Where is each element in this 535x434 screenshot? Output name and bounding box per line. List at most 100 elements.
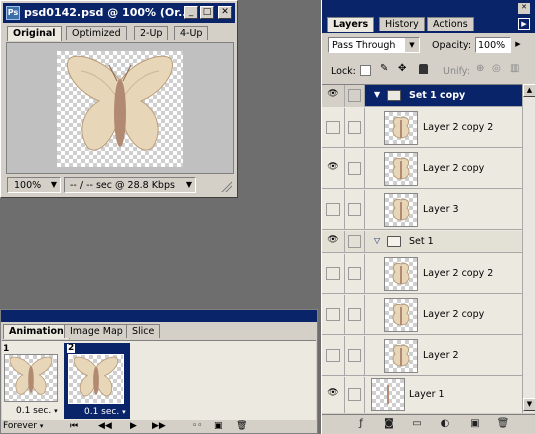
layer-row[interactable]: Layer 2 xyxy=(322,336,535,376)
minimize-icon[interactable]: _ xyxy=(184,6,198,19)
first-frame-icon[interactable]: ⏮ xyxy=(70,421,78,431)
link-cell[interactable] xyxy=(345,377,365,413)
tab-4-up[interactable]: 4-Up xyxy=(174,26,209,40)
layer-row[interactable]: Layer 2 copy 2 xyxy=(322,254,535,294)
previous-frame-icon[interactable]: ◀◀ xyxy=(98,421,112,431)
delete-frame-icon[interactable]: 🗑 xyxy=(236,421,247,431)
layer-name: Layer 2 copy 2 xyxy=(423,268,494,279)
layer-row[interactable]: Layer 2 copy xyxy=(322,295,535,335)
visibility-cell[interactable] xyxy=(322,190,345,230)
trash-icon[interactable]: 🗑 xyxy=(496,417,510,430)
eye-icon[interactable]: 👁 xyxy=(326,89,340,102)
layer-row[interactable]: 👁 Layer 2 copy xyxy=(322,149,535,189)
lock-all-icon[interactable] xyxy=(419,64,428,74)
animation-frame-2[interactable]: 2 0.1 sec. ▾ xyxy=(64,343,130,419)
add-mask-icon[interactable]: ◙ xyxy=(382,417,396,430)
download-time-select[interactable]: -- / -- sec @ 28.8 Kbps ▼ xyxy=(64,177,196,193)
tab-layers[interactable]: Layers xyxy=(327,17,375,32)
new-frame-icon[interactable]: ▣ xyxy=(214,421,223,431)
visibility-cell[interactable] xyxy=(322,295,345,335)
next-frame-icon[interactable]: ▶▶ xyxy=(152,421,166,431)
eye-icon[interactable]: 👁 xyxy=(326,388,340,401)
tab-animation[interactable]: Animation xyxy=(3,324,70,339)
animation-frame-1[interactable]: 1 0.1 sec. ▾ xyxy=(2,344,62,418)
play-icon[interactable]: ▶ xyxy=(130,421,137,431)
zoom-select[interactable]: 100% ▼ xyxy=(7,177,61,193)
tab-image-map[interactable]: Image Map xyxy=(64,324,129,338)
eye-hidden-icon[interactable] xyxy=(326,203,340,216)
tab-2-up[interactable]: 2-Up xyxy=(134,26,169,40)
document-canvas[interactable] xyxy=(57,51,183,167)
resize-grip-icon[interactable] xyxy=(220,180,232,192)
loop-select[interactable]: Forever ▾ xyxy=(3,421,43,431)
lock-image-icon[interactable]: ✎ xyxy=(380,63,388,74)
visibility-cell[interactable] xyxy=(322,108,345,148)
tab-actions[interactable]: Actions xyxy=(427,17,474,31)
eye-hidden-icon[interactable] xyxy=(326,267,340,280)
tab-original[interactable]: Original xyxy=(7,26,62,41)
unify-position-icon[interactable]: ⊕ xyxy=(476,63,484,74)
link-cell[interactable] xyxy=(345,336,365,376)
expand-triangle-icon[interactable]: ▽ xyxy=(374,236,380,245)
new-layer-icon[interactable]: ▣ xyxy=(468,417,482,430)
palette-close-icon[interactable]: ✕ xyxy=(518,3,530,14)
unify-visibility-icon[interactable]: ◎ xyxy=(492,63,501,74)
chevron-down-icon: ▼ xyxy=(185,180,192,189)
visibility-cell[interactable]: 👁 xyxy=(322,149,345,189)
layer-row[interactable]: Layer 2 copy 2 xyxy=(322,108,535,148)
visibility-cell[interactable]: 👁 xyxy=(322,85,345,107)
visibility-cell[interactable] xyxy=(322,336,345,376)
eye-icon[interactable]: 👁 xyxy=(326,235,340,248)
lock-transparency-icon[interactable] xyxy=(360,65,371,76)
butterfly-image xyxy=(67,55,173,151)
frame-delay-select[interactable]: 0.1 sec. ▾ xyxy=(16,406,58,416)
opacity-value: 100% xyxy=(478,40,506,51)
opacity-input[interactable]: 100% xyxy=(475,37,511,53)
link-cell[interactable] xyxy=(345,190,365,230)
adjustment-layer-icon[interactable]: ◐ xyxy=(438,417,452,430)
unify-style-icon[interactable]: ▥ xyxy=(510,63,519,74)
tween-icon[interactable]: ◦◦ xyxy=(192,421,203,431)
scroll-up-icon[interactable]: ▲ xyxy=(523,84,535,97)
add-style-icon[interactable]: ƒ xyxy=(354,417,368,430)
layer-row[interactable]: 👁 Layer 1 xyxy=(322,377,535,413)
eye-hidden-icon[interactable] xyxy=(326,121,340,134)
link-cell[interactable] xyxy=(345,108,365,148)
eye-hidden-icon[interactable] xyxy=(326,308,340,321)
maximize-icon[interactable]: □ xyxy=(200,6,214,19)
link-cell[interactable] xyxy=(345,85,365,107)
link-cell[interactable] xyxy=(345,231,365,253)
new-set-icon[interactable]: ▭ xyxy=(410,417,424,430)
document-title-bar[interactable]: Ps psd0142.psd @ 100% (Or... _ □ ✕ xyxy=(3,3,235,23)
scroll-down-icon[interactable]: ▼ xyxy=(523,398,535,411)
opacity-slider-button[interactable]: ▶ xyxy=(512,37,524,53)
layer-row-set-1[interactable]: 👁 ▽ Set 1 xyxy=(322,231,535,253)
close-icon[interactable]: ✕ xyxy=(218,6,232,19)
frame-delay-select[interactable]: 0.1 sec. ▾ xyxy=(84,407,126,417)
visibility-cell[interactable]: 👁 xyxy=(322,231,345,253)
link-cell[interactable] xyxy=(345,254,365,294)
visibility-cell[interactable] xyxy=(322,254,345,294)
layer-name: Set 1 copy xyxy=(409,90,466,101)
layer-row-set-1-copy[interactable]: 👁 ▼ Set 1 copy xyxy=(322,85,535,107)
visibility-cell[interactable]: 👁 xyxy=(322,377,345,413)
link-cell[interactable] xyxy=(345,295,365,335)
blend-mode-select[interactable]: Pass Through ▼ xyxy=(328,37,420,53)
document-status-bar: 100% ▼ -- / -- sec @ 28.8 Kbps ▼ xyxy=(6,177,234,194)
eye-icon[interactable]: 👁 xyxy=(326,162,340,175)
eye-hidden-icon[interactable] xyxy=(326,349,340,362)
layer-thumbnail xyxy=(384,257,418,291)
tab-slice[interactable]: Slice xyxy=(126,324,161,338)
expand-triangle-icon[interactable]: ▼ xyxy=(374,90,380,99)
layers-scrollbar[interactable]: ▲ ▼ xyxy=(522,84,535,413)
lock-position-icon[interactable]: ✥ xyxy=(398,63,406,74)
animation-palette-title-bar[interactable] xyxy=(1,310,317,322)
tab-optimized[interactable]: Optimized xyxy=(66,26,127,40)
canvas-area[interactable] xyxy=(6,42,234,174)
chevron-down-icon: ▼ xyxy=(50,180,57,189)
lock-label: Lock: xyxy=(331,66,356,77)
layer-row[interactable]: Layer 3 xyxy=(322,190,535,230)
tab-history[interactable]: History xyxy=(379,17,425,31)
palette-menu-icon[interactable]: ▶ xyxy=(518,18,530,30)
link-cell[interactable] xyxy=(345,149,365,189)
